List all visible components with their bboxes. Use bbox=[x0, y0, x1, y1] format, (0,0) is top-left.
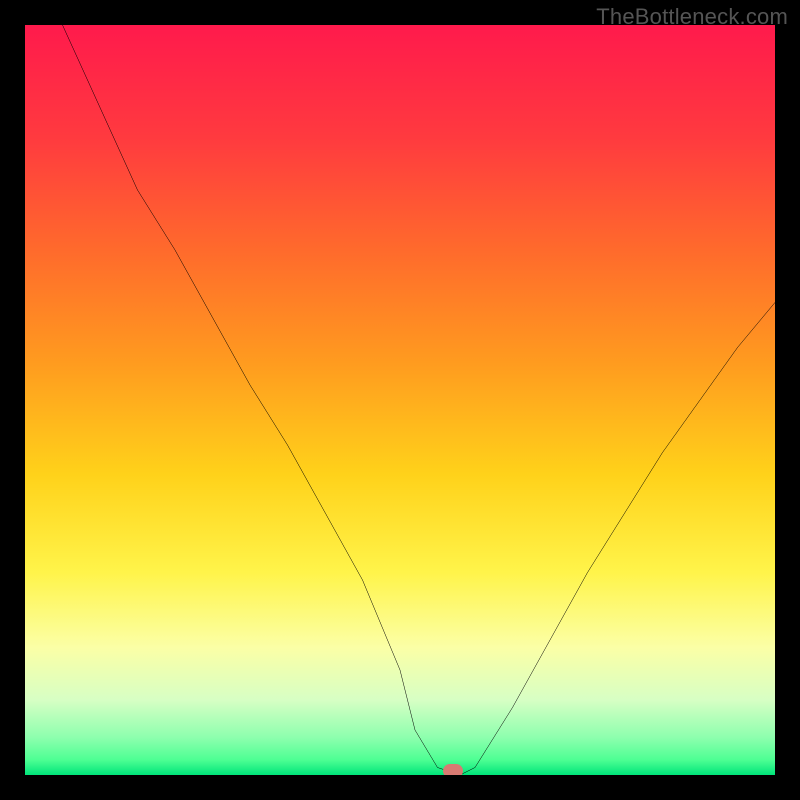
bottleneck-curve bbox=[25, 25, 775, 775]
optimal-point-marker bbox=[443, 764, 463, 775]
plot-area bbox=[25, 25, 775, 775]
chart-stage: TheBottleneck.com bbox=[0, 0, 800, 800]
watermark-text: TheBottleneck.com bbox=[596, 4, 788, 30]
